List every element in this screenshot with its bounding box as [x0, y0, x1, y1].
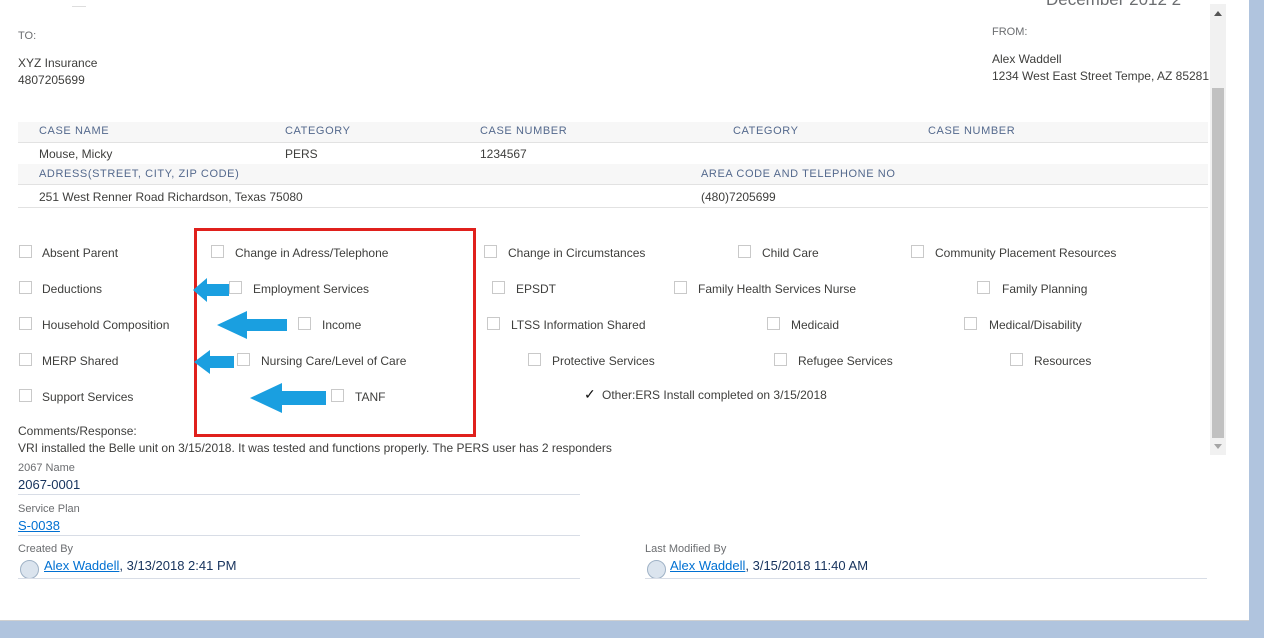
checkbox-household-composition[interactable]: [19, 317, 32, 330]
checkbox-label: Resources: [1034, 354, 1092, 368]
case-number-header: CASE NUMBER: [480, 125, 568, 137]
modified-by-label: Last Modified By: [645, 543, 727, 555]
checkbox-medicaid[interactable]: [767, 317, 780, 330]
checkbox-support-services[interactable]: [19, 389, 32, 402]
checkbox-label: MERP Shared: [42, 354, 119, 368]
checkbox-label: Child Care: [762, 246, 819, 260]
checkbox-change-in-circumstances[interactable]: [484, 245, 497, 258]
arrow-left-icon: [217, 311, 287, 339]
case-number-value: 1234567: [480, 147, 527, 161]
checkbox-other-checked[interactable]: ✓: [584, 386, 596, 403]
scroll-down-icon[interactable]: [1214, 444, 1222, 449]
case-name-value: Mouse, Micky: [39, 147, 113, 161]
name-field-label: 2067 Name: [18, 462, 75, 474]
checkbox-refugee-services[interactable]: [774, 353, 787, 366]
to-label: TO:: [18, 30, 37, 42]
checkbox-label: Family Planning: [1002, 282, 1088, 296]
checkbox-medical-disability[interactable]: [964, 317, 977, 330]
category-header: CATEGORY: [285, 125, 351, 137]
from-address: 1234 West East Street Tempe, AZ 85281: [992, 69, 1210, 83]
checkbox-community-placement[interactable]: [911, 245, 924, 258]
from-label: FROM:: [992, 26, 1028, 38]
checkbox-label: Community Placement Resources: [935, 246, 1117, 260]
category-value: PERS: [285, 147, 318, 161]
checkbox-label: Protective Services: [552, 354, 655, 368]
address-value: 251 West Renner Road Richardson, Texas 7…: [39, 190, 303, 204]
checkbox-label: Refugee Services: [798, 354, 893, 368]
scrollbar-thumb[interactable]: [1212, 88, 1224, 438]
divider: [18, 142, 1208, 143]
checkbox-merp-shared[interactable]: [19, 353, 32, 366]
arrow-left-icon: [193, 278, 229, 302]
top-divider: [72, 0, 86, 7]
checkbox-label: Support Services: [42, 390, 134, 404]
phone-header: AREA CODE AND TELEPHONE NO: [701, 168, 896, 180]
checkbox-label: Other:ERS Install completed on 3/15/2018: [602, 388, 827, 402]
checkbox-label: Medicaid: [791, 318, 840, 332]
created-by-user-link[interactable]: Alex Waddell: [44, 558, 119, 573]
address-header: ADRESS(STREET, CITY, ZIP CODE): [39, 168, 240, 180]
checkbox-label: Absent Parent: [42, 246, 119, 260]
divider: [18, 535, 580, 536]
date-fragment: December 2012 2: [1046, 0, 1181, 10]
to-name: XYZ Insurance: [18, 56, 98, 70]
checkbox-label: Family Health Services Nurse: [698, 282, 857, 296]
checkbox-label: EPSDT: [516, 282, 557, 296]
service-plan-link[interactable]: S-0038: [18, 518, 60, 533]
arrow-left-icon: [194, 350, 234, 374]
comments-text: VRI installed the Belle unit on 3/15/201…: [18, 441, 612, 455]
checkbox-epsdt[interactable]: [492, 281, 505, 294]
phone-value: (480)7205699: [701, 190, 776, 204]
checkbox-child-care[interactable]: [738, 245, 751, 258]
checkbox-resources[interactable]: [1010, 353, 1023, 366]
checkbox-label: Deductions: [42, 282, 103, 296]
service-plan-label: Service Plan: [18, 503, 80, 515]
case-name-header: CASE NAME: [39, 125, 110, 137]
name-field-value: 2067-0001: [18, 477, 81, 492]
modified-by-user-link[interactable]: Alex Waddell: [670, 558, 745, 573]
checkbox-absent-parent[interactable]: [19, 245, 32, 258]
checkbox-family-planning[interactable]: [977, 281, 990, 294]
created-by-row: Alex Waddell, 3/13/2018 2:41 PM: [44, 558, 236, 573]
divider: [645, 578, 1207, 579]
divider: [18, 184, 1208, 185]
comments-label: Comments/Response:: [18, 424, 137, 438]
case-number-header-2: CASE NUMBER: [928, 125, 1016, 137]
checkbox-label: LTSS Information Shared: [511, 318, 646, 332]
checkbox-family-health[interactable]: [674, 281, 687, 294]
checkbox-label: Household Composition: [42, 318, 170, 332]
divider: [18, 494, 580, 495]
divider: [18, 578, 580, 579]
checkbox-deductions[interactable]: [19, 281, 32, 294]
record-card: December 2012 2 TO: XYZ Insurance 480720…: [0, 0, 1249, 621]
checkbox-ltss-information[interactable]: [487, 317, 500, 330]
scroll-up-icon[interactable]: [1214, 11, 1222, 16]
checkbox-protective-services[interactable]: [528, 353, 541, 366]
to-phone: 4807205699: [18, 73, 85, 87]
created-by-date: , 3/13/2018 2:41 PM: [119, 558, 237, 573]
divider: [18, 207, 1208, 208]
user-avatar-icon: [647, 560, 666, 579]
case-table-header-row: [18, 122, 1208, 142]
from-name: Alex Waddell: [992, 52, 1062, 66]
category-header-2: CATEGORY: [733, 125, 799, 137]
created-by-label: Created By: [18, 543, 74, 555]
user-avatar-icon: [20, 560, 39, 579]
checkbox-label: Change in Circumstances: [508, 246, 646, 260]
modified-by-date: , 3/15/2018 11:40 AM: [745, 558, 869, 573]
arrow-left-icon: [250, 383, 326, 413]
checkbox-label: Medical/Disability: [989, 318, 1082, 332]
modified-by-row: Alex Waddell, 3/15/2018 11:40 AM: [670, 558, 868, 573]
